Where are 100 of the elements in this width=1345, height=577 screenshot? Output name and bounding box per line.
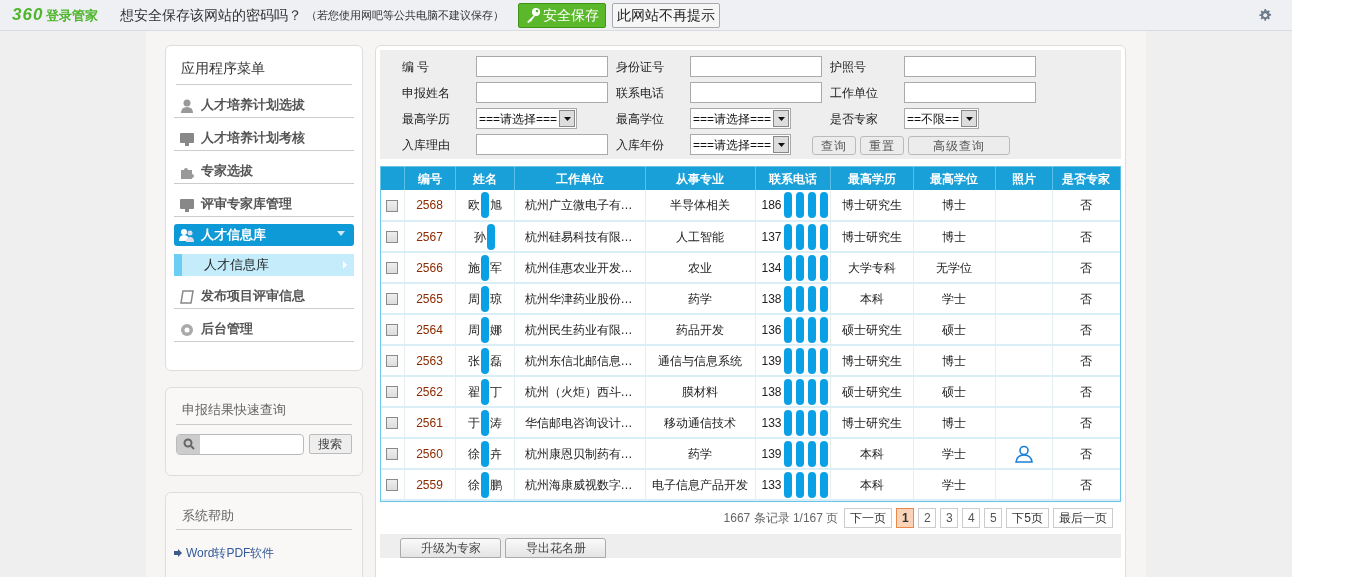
caret-icon — [777, 142, 785, 147]
redaction-mark — [795, 378, 804, 405]
search-button[interactable]: 搜索 — [308, 433, 352, 454]
name-text: 琼 — [489, 291, 502, 306]
phone-text: 136 — [761, 322, 782, 337]
redaction-mark — [807, 223, 816, 250]
action-button[interactable]: 导出花名册 — [505, 538, 606, 558]
menu-item[interactable]: 发布项目评审信息 — [174, 280, 354, 309]
table-cell: 杭州东信北邮信息… — [514, 345, 645, 376]
table-cell: 无学位 — [913, 252, 995, 283]
name-text: 丁 — [489, 384, 502, 399]
action-button[interactable]: 升级为专家 — [400, 538, 501, 558]
redaction-mark — [807, 378, 816, 405]
checkbox[interactable] — [386, 448, 399, 461]
table-cell: 2561 — [404, 407, 455, 438]
table-cell: 药品开发 — [645, 314, 755, 345]
last-page-button[interactable]: 最后一页 — [1053, 508, 1113, 528]
input-field[interactable] — [690, 56, 822, 77]
table-cell: 移动通信技术 — [645, 407, 755, 438]
table-cell: 否 — [1052, 221, 1120, 252]
table-cell: 2566 — [404, 252, 455, 283]
name-text: 娜 — [489, 322, 502, 337]
table-cell: 否 — [1052, 252, 1120, 283]
redaction-mark — [819, 223, 828, 250]
checkbox[interactable] — [386, 262, 399, 275]
table-cell: 博士研究生 — [830, 221, 913, 252]
input-field[interactable] — [904, 82, 1036, 103]
table-cell: 博士研究生 — [830, 345, 913, 376]
menu-item[interactable]: 后台管理 — [174, 313, 354, 342]
people-icon — [179, 227, 195, 243]
query-button[interactable]: 高级查询 — [908, 135, 1010, 155]
field-label: 护照号 — [829, 58, 867, 76]
select-field[interactable]: ===请选择=== — [690, 108, 792, 129]
redaction-mark — [819, 471, 828, 498]
caret-icon — [563, 116, 571, 121]
page-button[interactable]: 2 — [918, 508, 937, 528]
redaction-mark — [486, 223, 495, 250]
table-cell: 博士研究生 — [830, 190, 913, 221]
next-page-button[interactable]: 下一页 — [844, 508, 893, 528]
checkbox[interactable] — [386, 199, 399, 212]
input-field[interactable] — [476, 56, 608, 77]
field-label: 申报姓名 — [401, 84, 451, 102]
select-field[interactable]: ==不限== — [904, 108, 980, 129]
phone-text: 139 — [761, 446, 782, 461]
select-field[interactable]: ===请选择=== — [476, 108, 578, 129]
checkbox[interactable] — [386, 293, 399, 306]
table-cell: 半导体相关 — [645, 190, 755, 221]
table-cell: 2559 — [404, 469, 455, 500]
table-cell: 否 — [1052, 376, 1120, 407]
redaction-mark — [795, 192, 804, 218]
search-field[interactable] — [176, 433, 304, 455]
query-button[interactable]: 查询 — [812, 135, 856, 155]
table-cell: 博士 — [913, 190, 995, 221]
phone-text: 138 — [761, 384, 782, 399]
name-text: 周 — [467, 291, 480, 306]
redaction-mark — [807, 409, 816, 436]
page-button[interactable]: 1 — [896, 508, 915, 528]
table-cell: 农业 — [645, 252, 755, 283]
page-button[interactable]: 5 — [984, 508, 1003, 528]
input-field[interactable] — [476, 134, 608, 155]
menu-item[interactable]: 专家选拔 — [174, 155, 354, 184]
checkbox[interactable] — [386, 355, 399, 368]
checkbox[interactable] — [386, 231, 399, 244]
submenu-item[interactable]: 人才信息库 — [174, 254, 354, 276]
table-cell: 2568 — [404, 190, 455, 221]
redaction-mark — [807, 471, 816, 498]
redaction-mark — [819, 285, 828, 312]
page-button[interactable]: 3 — [940, 508, 959, 528]
gear-icon — [179, 322, 195, 338]
table-cell: 杭州康恩贝制药有… — [514, 438, 645, 469]
redaction-mark — [807, 347, 816, 374]
field-label: 联系电话 — [615, 84, 665, 102]
input-field[interactable] — [690, 82, 822, 103]
checkbox[interactable] — [386, 417, 399, 430]
menu-item[interactable]: 人才培养计划选拔 — [174, 89, 354, 118]
checkbox[interactable] — [386, 479, 399, 492]
dismiss-button[interactable]: 此网站不再提示 — [612, 2, 721, 28]
page-button[interactable]: 4 — [962, 508, 981, 528]
table-cell: 2565 — [404, 283, 455, 314]
redaction-mark — [480, 285, 489, 312]
query-button[interactable]: 重置 — [860, 135, 904, 155]
input-field[interactable] — [476, 82, 608, 103]
logo-text: 登录管家 — [46, 7, 99, 26]
table-cell: 2564 — [404, 314, 455, 345]
help-link[interactable]: Word转PDF软件 — [186, 544, 275, 562]
table-cell: 本科 — [830, 469, 913, 500]
menu-item[interactable]: 评审专家库管理 — [174, 188, 354, 217]
person-icon[interactable] — [1014, 444, 1033, 463]
redaction-mark — [819, 316, 828, 343]
panel-title: 系统帮助 — [176, 505, 352, 530]
select-field[interactable]: ===请选择=== — [690, 134, 792, 155]
table-cell: 硕士 — [913, 314, 995, 345]
name-text: 涛 — [489, 415, 502, 430]
menu-item[interactable]: 人才培养计划考核 — [174, 122, 354, 151]
table-cell: 博士研究生 — [830, 407, 913, 438]
next-five-button[interactable]: 下5页 — [1006, 508, 1049, 528]
checkbox[interactable] — [386, 386, 399, 399]
input-field[interactable] — [904, 56, 1036, 77]
redaction-mark — [795, 409, 804, 436]
checkbox[interactable] — [386, 324, 399, 337]
